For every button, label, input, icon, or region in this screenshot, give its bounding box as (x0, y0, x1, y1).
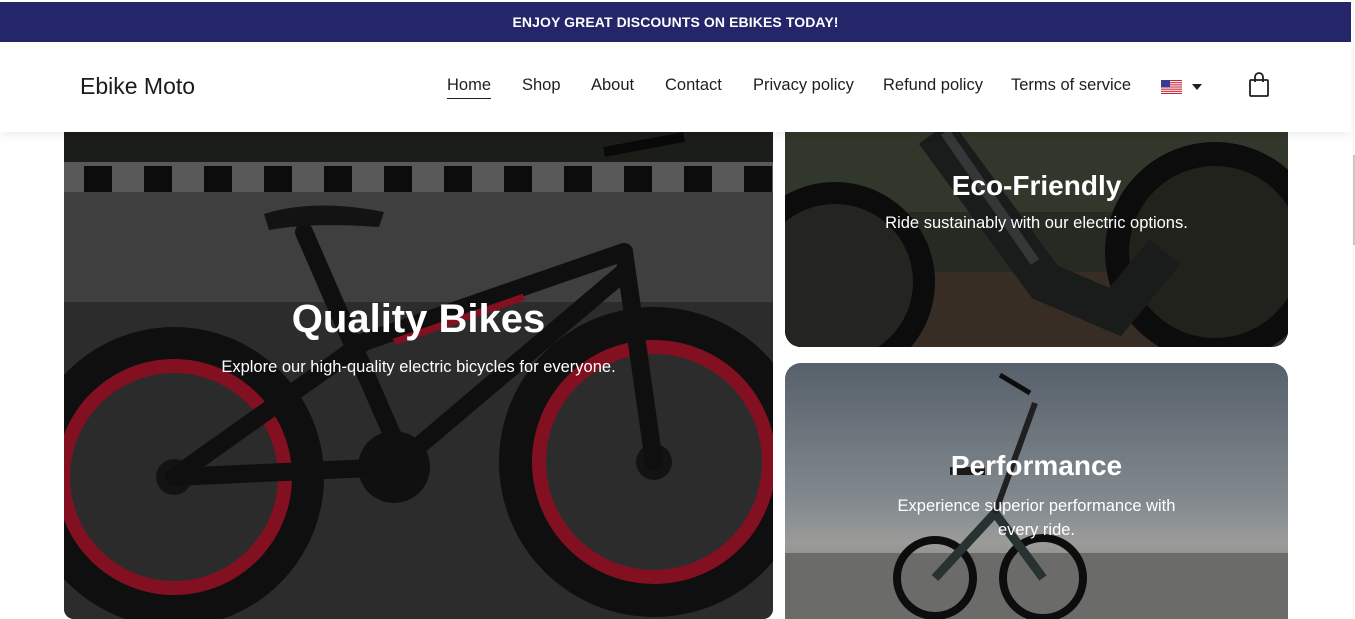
tile-performance[interactable]: Performance Experience superior performa… (785, 363, 1288, 619)
tile-title: Quality Bikes (291, 297, 546, 341)
tile-title: Eco-Friendly (951, 170, 1122, 201)
tile-title: Performance (950, 450, 1123, 481)
site-logo[interactable]: Ebike Moto (80, 73, 195, 100)
site-header: Ebike Moto Home Shop About Contact Priva… (0, 42, 1351, 132)
chevron-down-icon (1192, 83, 1202, 90)
nav-about[interactable]: About (591, 76, 634, 95)
tile-description: Experience superior performance with eve… (897, 497, 1176, 539)
tile-description: Explore our high-quality electric bicycl… (221, 358, 616, 376)
nav-home[interactable]: Home (447, 76, 492, 99)
tile-description: Ride sustainably with our electric optio… (885, 214, 1188, 232)
ebike-closeup-photo (785, 132, 1288, 347)
us-flag-icon (1161, 80, 1182, 94)
announcement-bar: ENJOY GREAT DISCOUNTS ON EBIKES TODAY! (0, 2, 1351, 42)
shopping-bag-icon[interactable] (1248, 72, 1270, 98)
nav-refund-policy[interactable]: Refund policy (883, 76, 983, 95)
tile-quality-bikes[interactable]: Quality Bikes Explore our high-quality e… (64, 132, 773, 619)
nav-privacy-policy[interactable]: Privacy policy (753, 76, 854, 95)
nav-terms-of-service[interactable]: Terms of service (1011, 76, 1131, 95)
tile-eco-friendly[interactable]: Eco-Friendly Ride sustainably with our e… (785, 132, 1288, 347)
nav-shop[interactable]: Shop (522, 76, 561, 95)
nav-contact[interactable]: Contact (665, 76, 722, 95)
announcement-text: ENJOY GREAT DISCOUNTS ON EBIKES TODAY! (512, 14, 839, 30)
language-selector[interactable] (1161, 79, 1207, 95)
